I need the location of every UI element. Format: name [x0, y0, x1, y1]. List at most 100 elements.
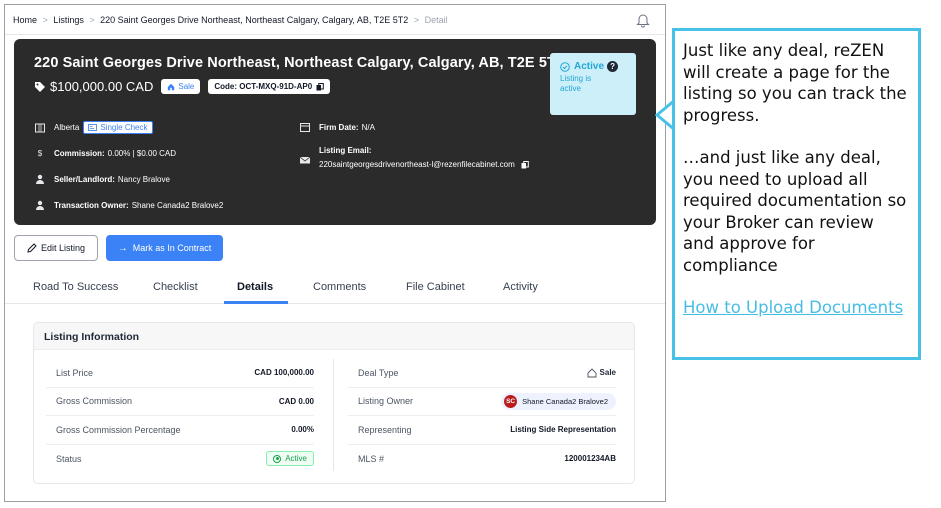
breadcrumb-current: Detail: [424, 14, 448, 25]
info-value: Listing Side Representation: [510, 425, 616, 435]
listing-code-label: Code: OCT-MXQ-91D-AP0: [214, 82, 313, 91]
instruction-callout: Just like any deal, reZEN will create a …: [672, 28, 921, 360]
breadcrumb-home[interactable]: Home: [13, 15, 37, 25]
radio-dot-icon: [273, 454, 282, 463]
deal-type-label: Sale: [599, 368, 616, 378]
info-left-column: List Price CAD 100,000.00 Gross Commissi…: [46, 359, 314, 473]
active-status-badge: Active: [266, 451, 314, 467]
info-row-listing-owner: Listing Owner SC Shane Canada2 Bralove2: [348, 388, 616, 416]
owner-value: Shane Canada2 Bralove2: [131, 200, 224, 210]
info-label: Gross Commission Percentage: [56, 424, 181, 435]
tab-road-to-success[interactable]: Road To Success: [33, 281, 118, 293]
active-tab-indicator: [224, 301, 288, 304]
info-row-status: Status Active: [46, 445, 314, 474]
owner-label: Transaction Owner:: [54, 200, 129, 210]
person-icon: [36, 174, 44, 184]
tab-comments[interactable]: Comments: [313, 281, 366, 293]
avatar: SC: [504, 394, 518, 408]
sale-pill: Sale: [161, 79, 201, 94]
callout-paragraph-1: Just like any deal, reZEN will create a …: [683, 41, 907, 125]
top-bar: Home > Listings > 220 Saint Georges Driv…: [5, 5, 665, 35]
email-value: 220saintgeorgesdrivenortheast-l@rezenfil…: [319, 160, 515, 169]
help-icon[interactable]: ?: [607, 61, 619, 72]
commission-value: 0.00% | $0.00 CAD: [107, 148, 177, 158]
listing-owner-name: Shane Canada2 Bralove2: [522, 396, 608, 406]
envelope-icon: [299, 156, 311, 164]
firm-date-label: Firm Date:: [319, 122, 359, 132]
mark-in-contract-button[interactable]: → Mark as In Contract: [106, 235, 223, 261]
tab-details[interactable]: Details: [237, 281, 273, 293]
arrow-right-icon: →: [117, 242, 128, 254]
listing-code: Code: OCT-MXQ-91D-AP0: [208, 79, 331, 94]
seller-value: Nancy Bralove: [117, 174, 170, 184]
listing-price: $100,000.00 CAD: [50, 79, 154, 94]
mark-in-contract-label: Mark as In Contract: [132, 243, 212, 253]
calendar-icon: [300, 123, 310, 132]
breadcrumb-listings[interactable]: Listings: [53, 15, 84, 25]
province-row: Alberta Single Check: [34, 121, 153, 134]
home-outline-icon: [587, 368, 596, 378]
pencil-icon: [27, 243, 37, 253]
tab-bar: Road To Success Checklist Details Commen…: [5, 273, 665, 304]
info-value: 120001234AB: [564, 454, 616, 464]
single-check-pill: Single Check: [83, 121, 153, 134]
status-subtext: Listing is active: [560, 74, 592, 93]
email-label: Listing Email:: [319, 146, 372, 155]
home-icon: [168, 83, 175, 90]
bell-icon[interactable]: [635, 12, 651, 28]
tab-activity[interactable]: Activity: [503, 281, 538, 293]
info-row-mls: MLS # 120001234AB: [348, 445, 616, 474]
province-value: Alberta: [54, 123, 80, 132]
info-label: Gross Commission: [56, 396, 133, 407]
sale-pill-label: Sale: [178, 82, 195, 91]
id-card-icon: [88, 124, 98, 131]
info-row-list-price: List Price CAD 100,000.00: [46, 359, 314, 388]
status-box: Active ? Listing is active: [550, 53, 636, 115]
app-window: Home > Listings > 220 Saint Georges Driv…: [4, 4, 666, 502]
firm-date-value: N/A: [361, 122, 375, 132]
info-label: MLS #: [358, 453, 385, 464]
tab-checklist[interactable]: Checklist: [153, 281, 198, 293]
column-divider: [333, 359, 334, 471]
info-label: Status: [56, 453, 82, 464]
info-label: List Price: [56, 367, 94, 378]
commission-row: $ Commission: 0.00% | $0.00 CAD: [34, 147, 176, 159]
info-value: 0.00%: [291, 425, 314, 435]
breadcrumb: Home > Listings > 220 Saint Georges Driv…: [13, 15, 448, 25]
owner-row: Transaction Owner: Shane Canada2 Bralove…: [34, 199, 223, 211]
dollar-icon: $: [37, 148, 43, 158]
copy-email-icon[interactable]: [521, 160, 529, 169]
deal-type-value: Sale: [587, 368, 616, 378]
info-value: CAD 100,000.00: [254, 368, 314, 378]
listing-owner-chip[interactable]: SC Shane Canada2 Bralove2: [501, 392, 616, 410]
info-row-gross-commission-percentage: Gross Commission Percentage 0.00%: [46, 416, 314, 445]
tab-file-cabinet[interactable]: File Cabinet: [406, 281, 465, 293]
info-value: CAD 0.00: [278, 396, 314, 406]
edit-listing-button[interactable]: Edit Listing: [14, 235, 98, 261]
listing-information-card: Listing Information List Price CAD 100,0…: [33, 322, 635, 484]
map-icon: [35, 123, 45, 132]
single-check-label: Single Check: [100, 123, 148, 132]
firm-date-row: Firm Date: N/A: [299, 121, 375, 133]
info-right-column: Deal Type Sale Listing Owner SC Shane Ca…: [348, 359, 616, 473]
listing-header-card: 220 Saint Georges Drive Northeast, North…: [14, 39, 656, 225]
breadcrumb-separator: >: [89, 14, 95, 25]
active-status-label: Active: [285, 454, 307, 464]
info-label: Deal Type: [358, 367, 399, 378]
price-tag-icon: [35, 81, 45, 92]
commission-label: Commission:: [54, 148, 105, 158]
edit-listing-label: Edit Listing: [40, 243, 86, 253]
seller-label: Seller/Landlord:: [54, 174, 115, 184]
copy-icon[interactable]: [316, 82, 324, 91]
upload-documents-link[interactable]: How to Upload Documents: [683, 297, 910, 319]
status-label: Active: [574, 61, 605, 72]
seller-row: Seller/Landlord: Nancy Bralove: [34, 173, 170, 185]
check-circle-icon: [560, 61, 570, 72]
listing-information-heading: Listing Information: [34, 323, 634, 350]
person-icon: [36, 200, 44, 210]
info-label: Listing Owner: [358, 396, 414, 407]
info-row-representing: Representing Listing Side Representation: [348, 416, 616, 445]
breadcrumb-address[interactable]: 220 Saint Georges Drive Northeast, North…: [100, 15, 408, 25]
breadcrumb-separator: >: [42, 14, 48, 25]
info-row-deal-type: Deal Type Sale: [348, 359, 616, 388]
